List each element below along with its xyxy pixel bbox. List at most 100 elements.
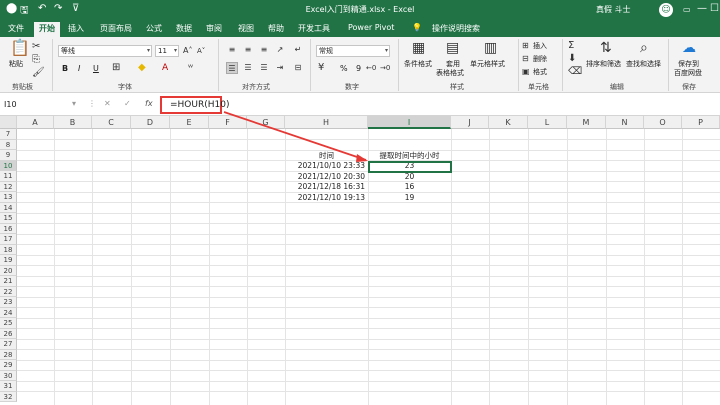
clear-icon[interactable]: ⌫ [568,66,582,78]
copy-icon[interactable]: ⎘ [32,54,40,66]
row-header[interactable]: 28 [0,349,17,360]
paste-icon[interactable]: 📋 [10,40,30,56]
sort-filter-icon[interactable]: ⇅ [600,40,612,56]
bold-button[interactable]: B [62,64,68,73]
delete-cells-button[interactable]: 删除 [533,54,547,64]
column-header-l[interactable]: L [528,116,567,129]
row-header[interactable]: 15 [0,213,17,224]
phonetic-icon[interactable]: ᵂ [188,62,193,74]
tab-view[interactable]: 视图 [238,23,254,34]
increase-decimal-icon[interactable]: ←0 [366,62,376,74]
maximize-icon[interactable]: ☐ [710,3,719,14]
decrease-decimal-icon[interactable]: →0 [380,62,390,74]
align-left-icon[interactable]: ☰ [226,62,238,74]
cell-i12[interactable]: 16 [368,182,451,193]
row-header[interactable]: 8 [0,139,17,150]
wrap-text-icon[interactable]: ↵ [292,44,304,56]
align-center-icon[interactable]: ☰ [242,62,254,74]
cancel-icon[interactable]: ✕ [104,99,111,108]
row-header[interactable]: 12 [0,181,17,192]
column-header-o[interactable]: O [644,116,682,129]
tab-help[interactable]: 帮助 [268,23,284,34]
column-header-i[interactable]: I [368,116,451,129]
paste-button[interactable]: 粘贴 [9,59,23,69]
row-header[interactable]: 31 [0,381,17,392]
cell-h13[interactable]: 2021/12/10 19:13 [285,193,368,204]
underline-button[interactable]: U [93,64,99,73]
tab-review[interactable]: 审阅 [206,23,222,34]
indent-icon[interactable]: ⇥ [274,62,286,74]
user-name[interactable]: 真假 斗士 [596,4,631,15]
avatar[interactable]: ☺ [659,3,673,17]
insert-function-icon[interactable]: fx [145,99,153,108]
percent-button[interactable]: % [340,64,348,73]
orientation-icon[interactable]: ↗ [274,44,286,56]
column-header-m[interactable]: M [567,116,606,129]
column-header-e[interactable]: E [170,116,209,129]
row-header[interactable]: 27 [0,339,17,350]
tab-insert[interactable]: 插入 [68,23,84,34]
column-header-n[interactable]: N [606,116,644,129]
row-header[interactable]: 22 [0,286,17,297]
row-header[interactable]: 29 [0,360,17,371]
formula-input[interactable]: =HOUR(H10) [160,96,229,114]
select-all-corner[interactable] [0,116,17,129]
cell-styles-icon[interactable]: ▥ [484,40,497,56]
row-header[interactable]: 20 [0,265,17,276]
tab-home[interactable]: 开始 [34,22,60,37]
row-header[interactable]: 25 [0,318,17,329]
row-header[interactable]: 18 [0,244,17,255]
cell-h12[interactable]: 2021/12/18 16:31 [285,182,368,193]
row-header[interactable]: 23 [0,297,17,308]
tab-power-pivot[interactable]: Power Pivot [348,23,394,32]
decrease-font-icon[interactable]: A˅ [197,45,205,57]
sort-filter-button[interactable]: 排序和筛选 [586,59,621,69]
enter-icon[interactable]: ✓ [124,99,131,108]
tab-data[interactable]: 数据 [176,23,192,34]
minimize-icon[interactable]: — [697,3,707,14]
format-as-table-icon[interactable]: ▤ [446,40,459,56]
align-right-icon[interactable]: ☰ [258,62,270,74]
conditional-formatting-button[interactable]: 条件格式 [404,59,432,69]
row-header[interactable]: 16 [0,223,17,234]
comma-style-button[interactable]: 9 [356,64,361,73]
borders-icon[interactable]: ⊞ [112,62,120,74]
autosum-icon[interactable]: Σ [568,40,574,52]
merge-center-icon[interactable]: ⊟ [292,62,304,74]
font-size-select[interactable]: 11 ▾ [155,45,179,57]
column-header-g[interactable]: G [247,116,285,129]
tab-developer[interactable]: 开发工具 [298,23,330,34]
cell-h11[interactable]: 2021/12/10 20:30 [285,172,368,183]
row-header[interactable]: 17 [0,234,17,245]
insert-cells-button[interactable]: 插入 [533,41,547,51]
find-select-icon[interactable]: ⌕ [640,40,648,56]
tab-page-layout[interactable]: 页面布局 [100,23,132,34]
row-header[interactable]: 11 [0,171,17,182]
cell-i11[interactable]: 20 [368,172,451,183]
increase-font-icon[interactable]: A˄ [183,45,192,57]
spreadsheet-grid[interactable]: A B C D E F G H I J K L M N O P 7 8 9 10… [0,116,720,405]
column-header-j[interactable]: J [451,116,489,129]
font-color-icon[interactable]: A [162,62,168,74]
number-format-select[interactable]: 常规 ▾ [316,45,390,57]
align-middle-icon[interactable]: ≡ [242,44,254,56]
tab-file[interactable]: 文件 [8,23,24,34]
ribbon-options-icon[interactable]: ▭ [683,5,691,14]
row-header[interactable]: 9 [0,150,17,161]
font-name-select[interactable]: 等线 ▾ [58,45,152,57]
format-painter-icon[interactable]: 🖌 [32,67,45,79]
row-header[interactable]: 13 [0,192,17,203]
cell-h10[interactable]: 2021/10/10 23:33 [285,161,368,172]
tell-me-icon[interactable]: 💡 [412,23,422,32]
cut-icon[interactable]: ✂ [32,41,40,53]
row-header[interactable]: 14 [0,202,17,213]
row-header[interactable]: 26 [0,328,17,339]
column-header-f[interactable]: F [209,116,247,129]
row-header[interactable]: 21 [0,276,17,287]
row-header[interactable]: 7 [0,129,17,140]
column-header-a[interactable]: A [17,116,54,129]
align-bottom-icon[interactable]: ≡ [258,44,270,56]
italic-button[interactable]: I [78,64,80,73]
tab-formulas[interactable]: 公式 [146,23,162,34]
cell-styles-button[interactable]: 单元格样式 [470,59,505,69]
